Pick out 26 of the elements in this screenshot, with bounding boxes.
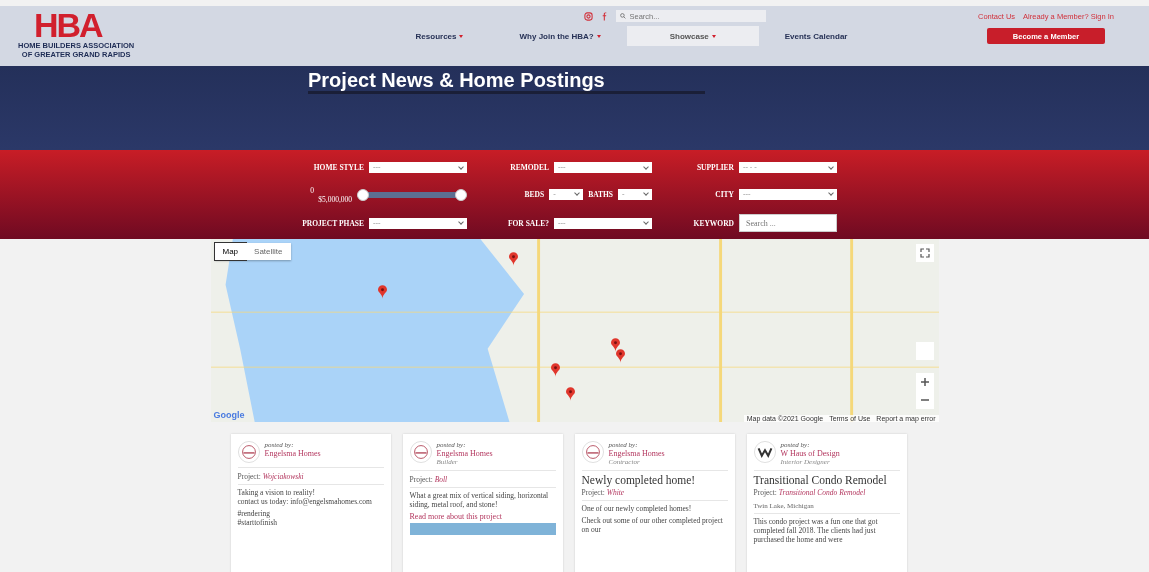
logo-letters[interactable]: HBA [34, 9, 102, 41]
plus-icon [919, 377, 930, 387]
read-more-link[interactable]: Read more about this project [409, 512, 556, 521]
nav-link[interactable]: Events Calendar [758, 26, 874, 46]
keyword-field[interactable]: Search ... [739, 214, 837, 233]
map-type-button[interactable]: Map [214, 243, 247, 260]
hero-title: Project News & Home Postings [308, 69, 705, 94]
nav-link[interactable]: Resources [385, 26, 494, 46]
price-slider[interactable] [357, 188, 467, 201]
nav-link[interactable]: Showcase [626, 26, 759, 46]
author-link[interactable]: Engelsma Homes [264, 449, 321, 458]
map-provider-logo[interactable]: Google [213, 410, 245, 420]
fullscreen-icon [919, 248, 930, 258]
post-title: Transitional Condo Remodel [753, 474, 888, 486]
author-link[interactable]: Engelsma Homes [608, 449, 665, 458]
author-link[interactable]: W Haus of Design [780, 449, 840, 458]
company-logo-icon [409, 441, 432, 463]
company-logo-icon [753, 441, 776, 463]
map-type-button[interactable]: Satellite [246, 243, 291, 260]
author-link[interactable]: Engelsma Homes [436, 449, 493, 458]
post-title: Newly completed home! [581, 474, 697, 486]
search-icon [619, 13, 626, 19]
company-logo-icon [237, 441, 260, 463]
instagram-icon[interactable] [583, 11, 593, 21]
company-logo-icon [581, 441, 604, 463]
nav-link[interactable]: Why Join the HBA? [493, 26, 627, 46]
